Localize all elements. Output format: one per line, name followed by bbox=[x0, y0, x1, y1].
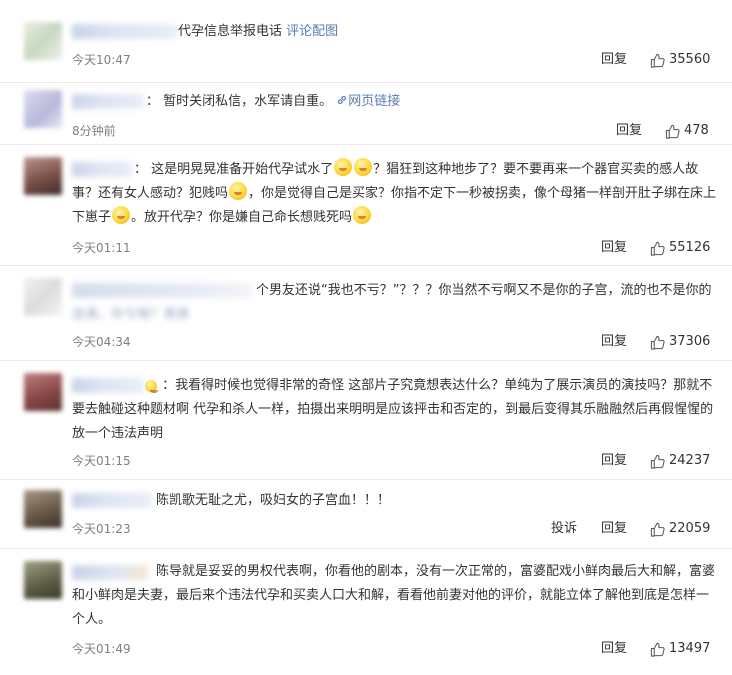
thumbs-up-icon bbox=[650, 642, 665, 657]
avatar[interactable] bbox=[24, 22, 62, 60]
comment-body-2: 血滴，你亏啥？滴滴 bbox=[72, 307, 190, 322]
comment-body: ：我看得时候也觉得非常的奇怪 这部片子究竟想表达什么？单纯为了展示演员的演技吗？… bbox=[72, 378, 714, 441]
thumbs-up-icon bbox=[665, 124, 680, 139]
emoji-face-icon bbox=[334, 158, 353, 176]
thumbs-up-icon bbox=[650, 522, 665, 537]
comment-text: 代孕信息举报电话 评论配图 bbox=[178, 20, 720, 44]
like-button[interactable]: 35560 bbox=[650, 52, 710, 68]
comment-text: ： 暂时关闭私信，水军请自重。 网页链接 bbox=[146, 90, 720, 114]
report-button[interactable]: 投诉 bbox=[551, 521, 577, 537]
comment-text: 个男友还说“我也不亏？”？？？你当然不亏啊又不是你的子宫，流的也不是你的血滴，你… bbox=[72, 279, 720, 327]
comment-item: ： 暂时关闭私信，水军请自重。 网页链接 8分钟前 回复 478 bbox=[0, 83, 732, 144]
reply-button[interactable]: 回复 bbox=[601, 52, 627, 68]
like-count: 37306 bbox=[669, 334, 711, 349]
comment-item: 代孕信息举报电话 评论配图 今天10:47 回复 35560 bbox=[0, 0, 732, 82]
like-button[interactable]: 478 bbox=[665, 123, 709, 139]
comment-time: 今天01:49 bbox=[72, 642, 131, 656]
comment-body: 个男友还说“我也不亏？”？？？你当然不亏啊又不是你的子宫，流的也不是你的 bbox=[256, 283, 712, 298]
avatar[interactable] bbox=[24, 278, 62, 316]
reply-button[interactable]: 回复 bbox=[601, 641, 627, 657]
comment-body: 代孕信息举报电话 bbox=[178, 24, 283, 39]
comment-time: 今天01:11 bbox=[72, 241, 131, 255]
comment-text: 陈凯歌无耻之尤，吸妇女的子宫血！！！ bbox=[156, 489, 720, 513]
thumbs-up-icon bbox=[650, 53, 665, 68]
emoji-face-icon bbox=[353, 206, 372, 224]
comment-text: ： 这是明晃晃准备开始代孕试水了 ？猖狂到这种地步了？要不要再来一个器官买卖的感人… bbox=[72, 158, 720, 230]
comment-time: 今天10:47 bbox=[72, 53, 131, 67]
comment-body: ： 这是明晃晃准备开始代孕试水了 bbox=[134, 162, 334, 177]
like-count: 22059 bbox=[669, 521, 711, 536]
comment-body-4: 。放开代孕？你是嫌自己命长想贱死吗 bbox=[131, 210, 353, 225]
comment-image-link[interactable]: 评论配图 bbox=[286, 24, 338, 39]
comment-body: ： 暂时关闭私信，水军请自重。 bbox=[146, 94, 333, 109]
avatar[interactable] bbox=[24, 373, 62, 411]
username[interactable] bbox=[72, 493, 152, 508]
thumbs-up-icon bbox=[650, 454, 665, 469]
comment-time: 今天01:23 bbox=[72, 522, 131, 536]
like-count: 55126 bbox=[669, 240, 711, 255]
emoji-face-icon bbox=[229, 182, 248, 200]
emoji-face-icon bbox=[354, 158, 373, 176]
comment-time: 今天01:15 bbox=[72, 454, 131, 468]
like-button[interactable]: 24237 bbox=[650, 453, 710, 469]
comment-body: 陈凯歌无耻之尤，吸妇女的子宫血！！！ bbox=[156, 493, 391, 508]
like-count: 35560 bbox=[669, 52, 711, 67]
comment-time: 今天04:34 bbox=[72, 335, 131, 349]
emoji-face-icon bbox=[112, 206, 131, 224]
link-icon bbox=[338, 95, 347, 105]
like-button[interactable]: 37306 bbox=[650, 334, 710, 350]
comment-item: ： 这是明晃晃准备开始代孕试水了 ？猖狂到这种地步了？要不要再来一个器官买卖的感人… bbox=[0, 145, 732, 265]
like-button[interactable]: 55126 bbox=[650, 240, 710, 256]
avatar[interactable] bbox=[24, 490, 62, 528]
reply-button[interactable]: 回复 bbox=[601, 334, 627, 350]
comment-item: 陈凯歌无耻之尤，吸妇女的子宫血！！！ 今天01:23 投诉 回复 22059 bbox=[0, 480, 732, 548]
web-link-label: 网页链接 bbox=[348, 94, 401, 109]
avatar[interactable] bbox=[24, 157, 62, 195]
reply-button[interactable]: 回复 bbox=[601, 521, 627, 537]
like-button[interactable]: 22059 bbox=[650, 521, 710, 537]
comment-item: 个男友还说“我也不亏？”？？？你当然不亏啊又不是你的子宫，流的也不是你的血滴，你… bbox=[0, 266, 732, 360]
comment-item: 陈导就是妥妥的男权代表啊，你看他的剧本，没有一次正常的，富婆配戏小鲜肉最后大和解… bbox=[0, 549, 732, 675]
comment-item: ：我看得时候也觉得非常的奇怪 这部片子究竟想表达什么？单纯为了展示演员的演技吗？… bbox=[0, 361, 732, 479]
comment-text: 陈导就是妥妥的男权代表啊，你看他的剧本，没有一次正常的，富婆配戏小鲜肉最后大和解… bbox=[72, 560, 720, 632]
like-count: 13497 bbox=[669, 641, 711, 656]
username[interactable] bbox=[72, 24, 177, 39]
avatar[interactable] bbox=[24, 90, 62, 128]
like-count: 478 bbox=[684, 123, 709, 138]
comment-time: 8分钟前 bbox=[72, 124, 116, 138]
web-link[interactable]: 网页链接 bbox=[336, 94, 400, 109]
thumbs-up-icon bbox=[650, 335, 665, 350]
reply-button[interactable]: 回复 bbox=[616, 123, 642, 139]
like-button[interactable]: 13497 bbox=[650, 641, 710, 657]
reply-button[interactable]: 回复 bbox=[601, 453, 627, 469]
username[interactable] bbox=[72, 94, 144, 109]
avatar[interactable] bbox=[24, 561, 62, 599]
reply-button[interactable]: 回复 bbox=[601, 240, 627, 256]
comment-text: ：我看得时候也觉得非常的奇怪 这部片子究竟想表达什么？单纯为了展示演员的演技吗？… bbox=[72, 374, 720, 446]
comment-body: 陈导就是妥妥的男权代表啊，你看他的剧本，没有一次正常的，富婆配戏小鲜肉最后大和解… bbox=[72, 564, 716, 627]
like-count: 24237 bbox=[669, 453, 711, 468]
emoji-face-icon bbox=[145, 380, 158, 393]
thumbs-up-icon bbox=[650, 241, 665, 256]
